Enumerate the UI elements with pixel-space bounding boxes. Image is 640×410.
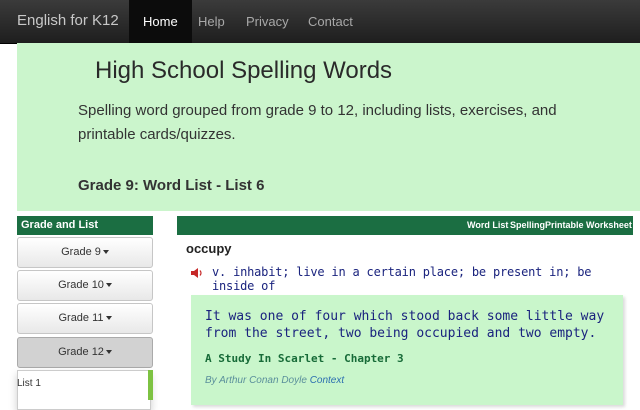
quote-source[interactable]: A Study In Scarlet - Chapter 3 xyxy=(205,352,404,365)
sidebar-header: Grade and List xyxy=(17,216,153,235)
spelling-link[interactable]: Spelling xyxy=(510,216,545,235)
grade-11-button[interactable]: Grade 11 xyxy=(17,303,153,334)
hero-banner: High School Spelling Words Spelling word… xyxy=(17,43,640,211)
sidebar-accent-bar xyxy=(148,370,153,400)
grade-10-label: Grade 10 xyxy=(58,279,104,291)
dropdown-item-list-1[interactable]: List 1 xyxy=(17,378,41,389)
printable-worksheet-link[interactable]: Printable Worksheet xyxy=(545,216,632,235)
dropdown-item-partial[interactable] xyxy=(34,395,64,400)
grade-10-button[interactable]: Grade 10 xyxy=(17,270,153,301)
caret-down-icon xyxy=(105,350,112,355)
grade-12-label: Grade 12 xyxy=(58,346,104,358)
grade-9-label: Grade 9 xyxy=(61,246,101,258)
word-list-link[interactable]: Word List xyxy=(467,216,508,235)
quote-author-line: By Arthur Conan Doyle Context xyxy=(205,375,344,386)
grade-12-button[interactable]: Grade 12 xyxy=(17,337,153,368)
caret-down-icon xyxy=(102,250,109,255)
example-sentence: It was one of four which stood back some… xyxy=(205,309,605,341)
list-subtitle: Grade 9: Word List - List 6 xyxy=(78,177,265,194)
page-title: High School Spelling Words xyxy=(95,57,393,84)
grade-11-label: Grade 11 xyxy=(58,312,104,324)
nav-home[interactable]: Home xyxy=(129,0,192,43)
context-link[interactable]: Context xyxy=(310,375,344,386)
nav-contact[interactable]: Contact xyxy=(308,0,353,43)
vocabulary-word: occupy xyxy=(186,241,232,256)
example-quote-card: It was one of four which stood back some… xyxy=(191,295,623,405)
grade-12-dropdown xyxy=(17,370,151,410)
site-brand[interactable]: English for K12 xyxy=(17,12,119,29)
top-navbar: English for K12 Home Help Privacy Contac… xyxy=(0,0,640,44)
quote-author: By Arthur Conan Doyle xyxy=(205,375,307,386)
grade-9-button[interactable]: Grade 9 xyxy=(17,237,153,268)
caret-down-icon xyxy=(105,316,112,321)
page-description: Spelling word grouped from grade 9 to 12… xyxy=(78,102,557,143)
nav-privacy[interactable]: Privacy xyxy=(246,0,289,43)
caret-down-icon xyxy=(105,283,112,288)
content-header: Word List Spelling Printable Worksheet xyxy=(177,216,633,235)
nav-help[interactable]: Help xyxy=(198,0,225,43)
speaker-icon[interactable] xyxy=(190,267,204,279)
word-definition: v. inhabit; live in a certain place; be … xyxy=(212,265,592,293)
